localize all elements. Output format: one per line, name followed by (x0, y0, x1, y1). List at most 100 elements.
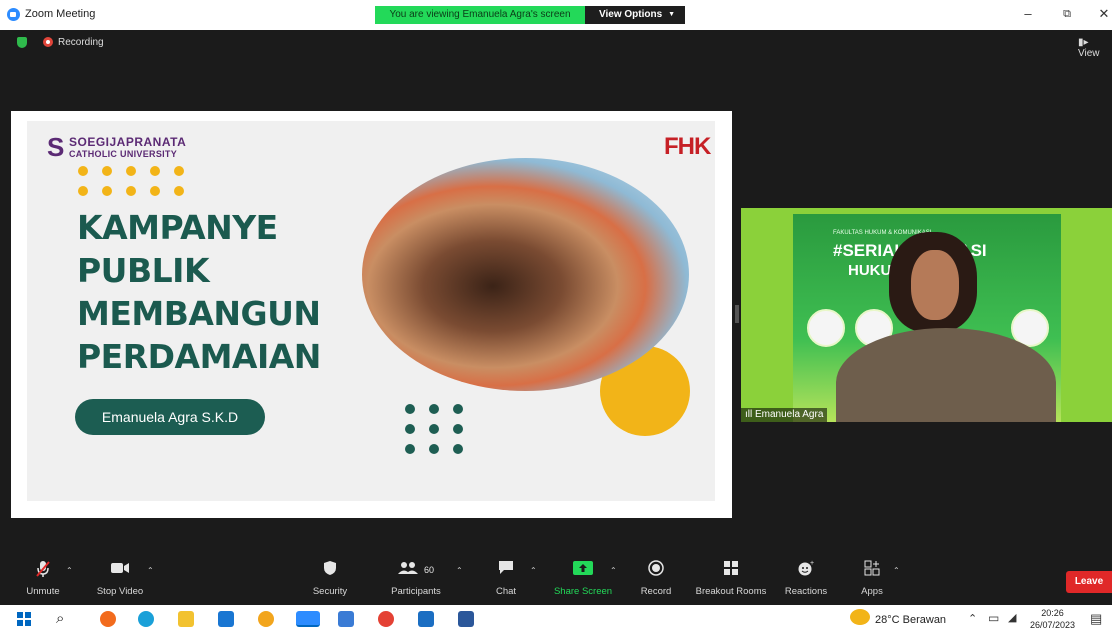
chat-options-caret[interactable]: ⌃ (530, 566, 537, 575)
tray-chevron-icon[interactable]: ⌃ (968, 612, 977, 625)
panel-splitter-handle[interactable] (735, 305, 739, 323)
decor-dot (126, 166, 136, 176)
file-explorer-icon[interactable] (178, 611, 194, 627)
security-label: Security (312, 586, 348, 597)
security-button[interactable]: Security (305, 560, 355, 597)
apps-label: Apps (861, 586, 883, 597)
reactions-label: Reactions (784, 586, 828, 597)
speaker-avatar (807, 309, 845, 347)
store-icon[interactable] (338, 611, 354, 627)
weather-text[interactable]: 28°C Berawan (875, 614, 946, 626)
university-subtitle: CATHOLIC UNIVERSITY (69, 149, 178, 159)
view-options-button[interactable]: View Options ▼ (585, 6, 685, 24)
decor-dot (150, 186, 160, 196)
breakout-rooms-button[interactable]: Breakout Rooms (693, 560, 769, 597)
stop-video-label: Stop Video (96, 586, 144, 597)
emoji-plus-icon: + (781, 560, 831, 580)
share-screen-button[interactable]: Share Screen (552, 560, 614, 597)
decor-dot (429, 444, 439, 454)
mail-icon[interactable] (218, 611, 234, 627)
view-label: View (1078, 48, 1100, 59)
recording-icon (43, 37, 53, 47)
video-options-caret[interactable]: ⌃ (147, 566, 154, 575)
decor-dot (429, 424, 439, 434)
participants-options-caret[interactable]: ⌃ (456, 566, 463, 575)
hands-together-image (362, 158, 689, 391)
restore-button[interactable]: ⧉ (1057, 8, 1077, 21)
edge-icon[interactable] (138, 611, 154, 627)
reactions-button[interactable]: + Reactions (781, 560, 831, 597)
headline-line-1: KAMPANYE (77, 208, 278, 247)
apps-options-caret[interactable]: ⌃ (893, 566, 900, 575)
breakout-rooms-label: Breakout Rooms (695, 586, 767, 597)
share-options-caret[interactable]: ⌃ (610, 566, 617, 575)
university-name: SOEGIJAPRANATA (69, 135, 187, 149)
window-title: Zoom Meeting (25, 8, 96, 20)
notification-icon[interactable]: ▤ (1090, 611, 1102, 627)
clock[interactable]: 20:26 26/07/2023 (1030, 607, 1075, 631)
decor-dot (78, 166, 88, 176)
record-label: Record (640, 586, 672, 597)
microphone-muted-icon (18, 560, 68, 580)
decor-dot (102, 166, 112, 176)
decor-dot (429, 404, 439, 414)
unmute-button[interactable]: Unmute (18, 560, 68, 597)
clock-time: 20:26 (1041, 608, 1064, 618)
participants-icon: 60 (385, 560, 447, 580)
record-button[interactable]: Record (633, 560, 679, 597)
view-options-label: View Options (599, 9, 663, 20)
chrome-icon[interactable] (258, 611, 274, 627)
decor-dot (453, 444, 463, 454)
decor-dot (150, 166, 160, 176)
participant-face (911, 250, 959, 320)
chrome-profile-icon[interactable] (378, 611, 394, 627)
firefox-icon[interactable] (100, 611, 116, 627)
shield-icon[interactable] (17, 37, 27, 48)
decor-dot (126, 186, 136, 196)
headline-line-3: MEMBANGUN (77, 294, 321, 333)
volume-icon[interactable]: ◢ (1008, 611, 1016, 624)
participant-name: Emanuela Agra (755, 409, 824, 420)
zoom-taskbar-icon[interactable] (296, 611, 320, 627)
participant-video-tile[interactable]: FAKULTAS HUKUM & KOMUNIKASI #SERIAL LITE… (741, 208, 1112, 422)
chat-label: Chat (495, 586, 517, 597)
university-logo-icon: S (47, 132, 65, 162)
share-screen-icon (552, 560, 614, 580)
decor-dot (174, 166, 184, 176)
record-icon (633, 560, 679, 580)
decor-dot (102, 186, 112, 196)
minimize-button[interactable]: – (1018, 6, 1038, 21)
participant-name-tag: ıll Emanuela Agra (741, 408, 828, 422)
view-button[interactable]: ▮▸ View (1078, 37, 1112, 59)
participants-label: Participants (391, 586, 441, 597)
windows-start-icon[interactable] (17, 612, 31, 626)
audio-options-caret[interactable]: ⌃ (66, 566, 73, 575)
photos-icon[interactable] (418, 611, 434, 627)
clock-date: 26/07/2023 (1030, 620, 1076, 630)
decor-dot (174, 186, 184, 196)
close-button[interactable]: ✕ (1094, 6, 1112, 22)
video-camera-icon (90, 560, 150, 580)
share-screen-label: Share Screen (553, 586, 613, 597)
grid-icon (693, 560, 769, 580)
apps-button[interactable]: Apps (852, 560, 892, 597)
presenter-name-pill: Emanuela Agra S.K.D (75, 399, 265, 435)
svg-text:+: + (810, 560, 814, 567)
leave-button[interactable]: Leave (1066, 571, 1112, 593)
headline-line-4: PERDAMAIAN (77, 337, 321, 376)
network-icon[interactable]: ▭ (988, 611, 999, 625)
chat-button[interactable]: Chat (486, 560, 526, 597)
decor-dot (405, 404, 415, 414)
shield-icon (305, 560, 355, 580)
apps-icon (852, 560, 892, 580)
decor-dot (453, 404, 463, 414)
stop-video-button[interactable]: Stop Video (90, 560, 150, 597)
decor-dot (453, 424, 463, 434)
recording-label: Recording (58, 37, 104, 48)
faculty-logo: FHK (664, 133, 711, 160)
word-icon[interactable] (458, 611, 474, 627)
participants-button[interactable]: 60 Participants (385, 560, 447, 597)
viewing-screen-banner: You are viewing Emanuela Agra's screen (375, 6, 585, 24)
search-icon[interactable]: ⌕ (56, 610, 64, 627)
decor-dot (405, 444, 415, 454)
